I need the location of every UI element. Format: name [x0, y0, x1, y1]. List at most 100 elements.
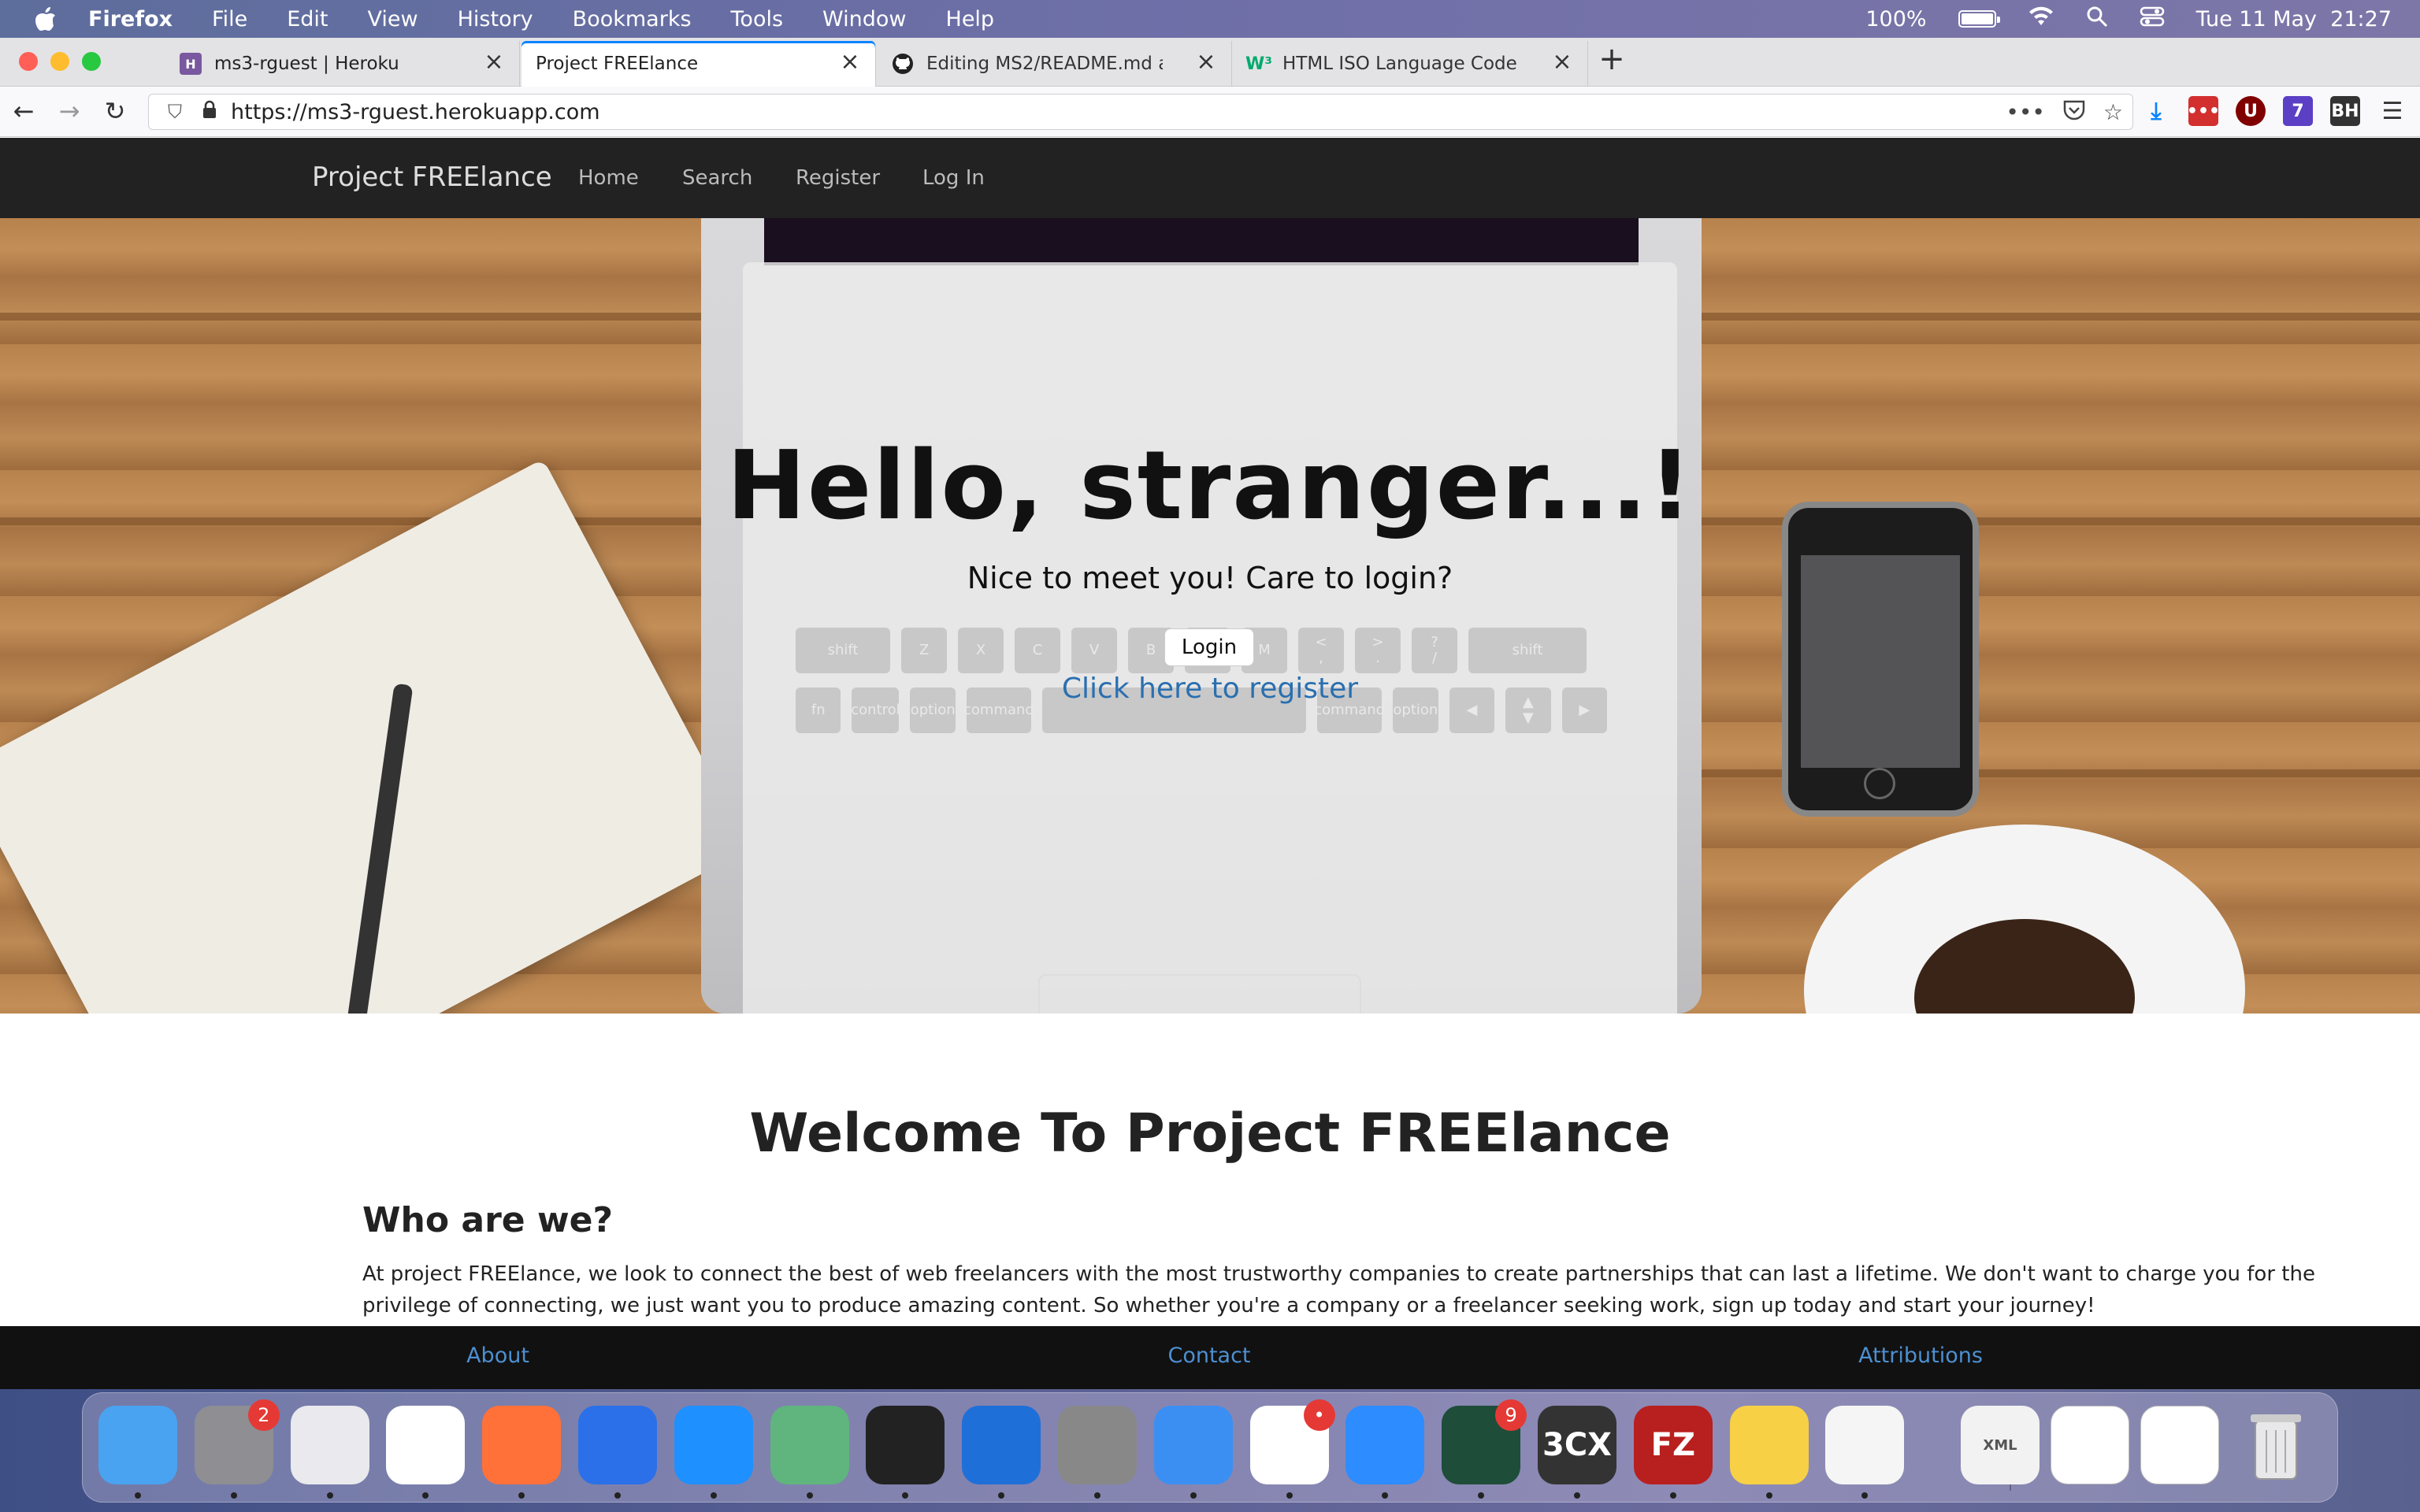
- url-input[interactable]: [231, 99, 1806, 124]
- tab-github-readme[interactable]: Editing MS2/README.md at ma ×: [878, 41, 1232, 87]
- running-indicator: [1861, 1492, 1869, 1499]
- launchpad-app-icon[interactable]: [290, 1406, 369, 1484]
- laptop-screen-edge: [764, 218, 1639, 265]
- menu-edit[interactable]: Edit: [287, 7, 328, 32]
- browser-tab-strip: H ms3-rguest | Heroku × Project FREElanc…: [0, 38, 2420, 87]
- hero-subtitle: Nice to meet you! Care to login?: [967, 561, 1453, 595]
- safari-app-icon[interactable]: [674, 1406, 753, 1484]
- nav-link-home[interactable]: Home: [578, 166, 639, 190]
- atom-app-icon[interactable]: [770, 1406, 849, 1484]
- lastpass-extension-icon[interactable]: •••: [2187, 96, 2220, 126]
- padlock-icon[interactable]: [198, 100, 221, 124]
- site-navbar: Project FREElance Home Search Register L…: [0, 138, 2420, 218]
- finder-app-icon[interactable]: [98, 1406, 177, 1484]
- footer-link-about[interactable]: About: [466, 1343, 529, 1368]
- xml-document-icon[interactable]: XML: [1961, 1406, 2040, 1484]
- tab-w3schools[interactable]: W³ HTML ISO Language Code Refe ×: [1234, 41, 1588, 87]
- macos-dock: XML 2 • 9 3CX FZ: [82, 1392, 2338, 1503]
- w3schools-icon: W³: [1245, 54, 1272, 74]
- downloads-icon[interactable]: ⤓: [2141, 96, 2171, 126]
- running-indicator: [998, 1492, 1005, 1499]
- login-button[interactable]: Login: [1164, 628, 1254, 666]
- welcome-heading: Welcome To Project FREElance: [749, 1102, 1671, 1165]
- window-controls: [19, 52, 101, 71]
- bh-extension-icon[interactable]: BH: [2330, 96, 2360, 126]
- running-indicator: [1190, 1492, 1197, 1499]
- trash-icon[interactable]: [2236, 1406, 2315, 1484]
- filezilla-app-icon[interactable]: FZ: [1633, 1406, 1713, 1484]
- nav-link-login[interactable]: Log In: [922, 166, 985, 190]
- spotlight-search-icon[interactable]: [2086, 6, 2108, 33]
- running-indicator: [710, 1492, 717, 1499]
- running-indicator: [1478, 1492, 1485, 1499]
- running-indicator: [422, 1492, 429, 1499]
- tab-title: HTML ISO Language Code Refe: [1282, 54, 1519, 74]
- clock-datetime[interactable]: Tue 11 May 21:27: [2196, 7, 2392, 32]
- menu-help[interactable]: Help: [946, 7, 995, 32]
- close-tab-icon[interactable]: ×: [1551, 50, 1573, 74]
- close-tab-icon[interactable]: ×: [483, 50, 505, 74]
- cyberduck-app-icon[interactable]: [1729, 1406, 1809, 1484]
- page-actions-menu-icon[interactable]: •••: [2006, 99, 2045, 127]
- mail-app-icon[interactable]: [1153, 1406, 1233, 1484]
- footer-link-attributions[interactable]: Attributions: [1858, 1343, 1983, 1368]
- menu-tools[interactable]: Tools: [731, 7, 784, 32]
- 3cx-app-icon[interactable]: 3CX: [1538, 1406, 1616, 1484]
- menu-bookmarks[interactable]: Bookmarks: [573, 7, 692, 32]
- chrome-app-icon[interactable]: [386, 1406, 466, 1484]
- nav-link-search[interactable]: Search: [682, 166, 752, 190]
- smartphone-image: [1782, 502, 1979, 817]
- minimize-window-button[interactable]: [50, 52, 69, 71]
- zoom-app-icon[interactable]: [1345, 1406, 1425, 1484]
- site-brand[interactable]: Project FREElance: [312, 161, 552, 193]
- forward-arrow-icon[interactable]: →: [55, 98, 84, 126]
- textedit-app-icon[interactable]: [1825, 1406, 1905, 1484]
- running-indicator: [135, 1492, 141, 1499]
- wifi-icon[interactable]: [2028, 6, 2054, 32]
- bookmark-star-icon[interactable]: ☆: [2103, 99, 2123, 127]
- pocket-icon[interactable]: [2062, 99, 2086, 127]
- register-link[interactable]: Click here to register: [0, 673, 2420, 705]
- battery-icon[interactable]: [1958, 10, 2000, 28]
- reload-icon[interactable]: ↻: [101, 98, 129, 126]
- menu-file[interactable]: File: [212, 7, 247, 32]
- menu-history[interactable]: History: [458, 7, 533, 32]
- control-center-icon[interactable]: [2140, 6, 2165, 33]
- coffee-cup-image: [1804, 825, 2245, 1014]
- firefox-app-icon[interactable]: [482, 1406, 562, 1484]
- back-arrow-icon[interactable]: ←: [9, 98, 38, 126]
- zoom-window-button[interactable]: [82, 52, 101, 71]
- close-tab-icon[interactable]: ×: [1195, 50, 1217, 74]
- notification-badge: 9: [1495, 1399, 1527, 1431]
- tab-title: Project FREElance: [536, 54, 699, 74]
- close-tab-icon[interactable]: ×: [839, 50, 861, 74]
- menu-window[interactable]: Window: [822, 7, 906, 32]
- footer-link-contact[interactable]: Contact: [1167, 1343, 1250, 1368]
- nav-link-register[interactable]: Register: [796, 166, 880, 190]
- terminal-app-icon[interactable]: [866, 1406, 945, 1484]
- extension-badge-icon[interactable]: 7: [2283, 96, 2313, 126]
- tracking-protection-shield-icon[interactable]: ⛉: [163, 101, 187, 123]
- tab-heroku[interactable]: H ms3-rguest | Heroku ×: [165, 41, 520, 87]
- notification-badge: 2: [247, 1399, 280, 1431]
- who-are-we-heading: Who are we?: [362, 1200, 613, 1240]
- ublock-origin-icon[interactable]: U: [2236, 96, 2266, 126]
- firefox-developer-app-icon[interactable]: [578, 1406, 657, 1484]
- document-thumbnail-icon[interactable]: [2140, 1406, 2219, 1484]
- running-indicator: [230, 1492, 237, 1499]
- url-bar[interactable]: ⛉ ••• ☆: [148, 94, 2133, 130]
- menu-app-name[interactable]: Firefox: [88, 7, 173, 32]
- sourcetree-app-icon[interactable]: [962, 1406, 1041, 1484]
- tab-project-freelance[interactable]: Project FREElance ×: [521, 41, 876, 87]
- tableplus-app-icon[interactable]: [1058, 1406, 1137, 1484]
- close-window-button[interactable]: [19, 52, 38, 71]
- running-indicator: [1382, 1492, 1389, 1499]
- menu-view[interactable]: View: [368, 7, 418, 32]
- apple-menu-icon[interactable]: [32, 5, 60, 33]
- hamburger-menu-icon[interactable]: ☰: [2377, 96, 2407, 126]
- running-indicator: [1765, 1492, 1772, 1499]
- new-tab-button[interactable]: +: [1596, 43, 1628, 76]
- running-indicator: [806, 1492, 813, 1499]
- document-thumbnail-icon[interactable]: [2051, 1406, 2129, 1484]
- macos-menu-bar: Firefox File Edit View History Bookmarks…: [0, 0, 2420, 38]
